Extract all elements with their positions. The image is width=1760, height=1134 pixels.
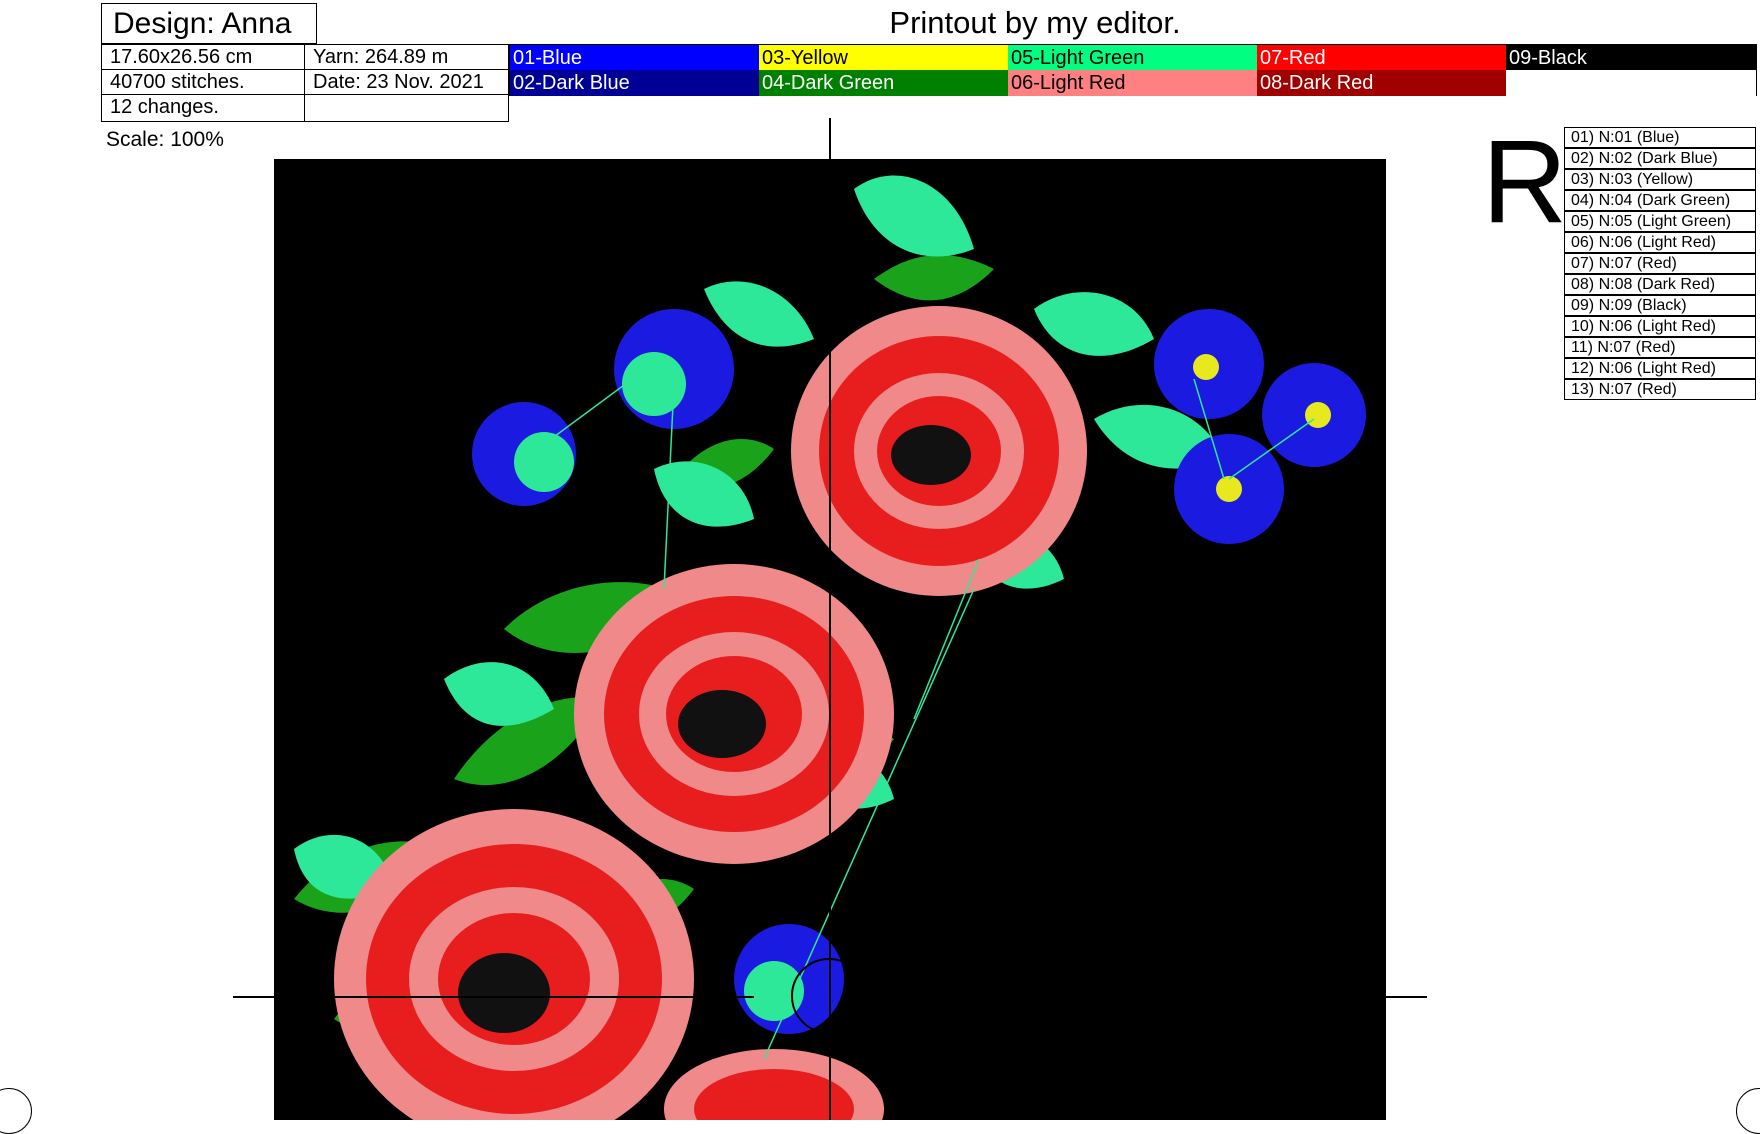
- swatch-07-red: 07-Red: [1257, 45, 1507, 71]
- swatch-06-light-red: 06-Light Red: [1008, 70, 1258, 96]
- empty-cell: [304, 94, 509, 122]
- corner-mark-right: [1736, 1088, 1760, 1134]
- swatch-09-black: 09-Black: [1506, 45, 1756, 71]
- sequence-item: 06) N:06 (Light Red): [1564, 232, 1756, 253]
- stitches-cell: 40700 stitches.: [101, 69, 305, 95]
- corner-mark-left: [0, 1088, 32, 1134]
- sequence-item: 01) N:01 (Blue): [1564, 127, 1756, 148]
- swatch-empty: [1506, 70, 1756, 96]
- sequence-item: 12) N:06 (Light Red): [1564, 358, 1756, 379]
- sequence-item: 02) N:02 (Dark Blue): [1564, 148, 1756, 169]
- sequence-item: 13) N:07 (Red): [1564, 379, 1756, 400]
- swatch-05-light-green: 05-Light Green: [1008, 45, 1258, 71]
- date-cell: Date: 23 Nov. 2021: [304, 69, 509, 95]
- scale-label: Scale: 100%: [106, 128, 224, 151]
- sequence-item: 11) N:07 (Red): [1564, 337, 1756, 358]
- swatch-04-dark-green: 04-Dark Green: [759, 70, 1009, 96]
- sequence-item: 05) N:05 (Light Green): [1564, 211, 1756, 232]
- sequence-item: 10) N:06 (Light Red): [1564, 316, 1756, 337]
- crosshair-right-tick: [1386, 996, 1427, 998]
- sequence-item: 09) N:09 (Black): [1564, 295, 1756, 316]
- sequence-item: 07) N:07 (Red): [1564, 253, 1756, 274]
- changes-cell: 12 changes.: [101, 94, 305, 122]
- crosshair-top-tick: [829, 118, 831, 159]
- crosshair-left-tick: [233, 996, 274, 998]
- swatch-02-dark-blue: 02-Dark Blue: [510, 70, 760, 96]
- size-cell: 17.60x26.56 cm: [101, 44, 305, 70]
- sequence-item: 03) N:03 (Yellow): [1564, 169, 1756, 190]
- swatch-08-dark-red: 08-Dark Red: [1257, 70, 1507, 96]
- color-palette: 01-Blue 03-Yellow 05-Light Green 07-Red …: [509, 44, 1757, 96]
- sequence-item: 08) N:08 (Dark Red): [1564, 274, 1756, 295]
- design-name-box: Design: Anna: [101, 3, 317, 44]
- printout-title: Printout by my editor.: [889, 5, 1181, 40]
- orientation-mark: R: [1482, 116, 1568, 248]
- crosshair-circle: [791, 958, 867, 1034]
- swatch-03-yellow: 03-Yellow: [759, 45, 1009, 71]
- yarn-cell: Yarn: 264.89 m: [304, 44, 509, 70]
- swatch-01-blue: 01-Blue: [510, 45, 760, 71]
- design-name: Design: Anna: [113, 7, 292, 40]
- sequence-item: 04) N:04 (Dark Green): [1564, 190, 1756, 211]
